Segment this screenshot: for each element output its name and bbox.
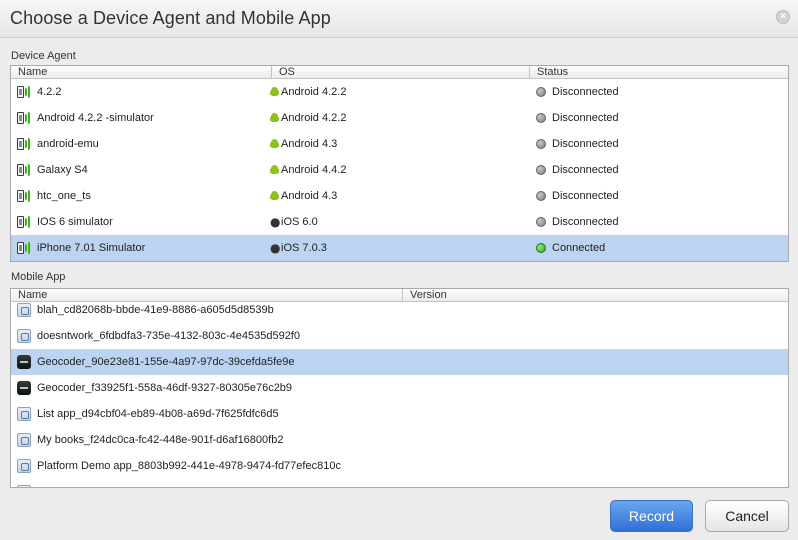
connected-status-icon — [536, 243, 546, 253]
device-agent-icon — [17, 216, 31, 228]
device-status: Connected — [552, 242, 606, 254]
device-os: iOS 7.0.3 — [281, 242, 327, 254]
geocoder-app-icon — [17, 381, 31, 395]
device-os: iOS 6.0 — [281, 216, 318, 228]
generic-app-icon — [17, 303, 31, 317]
choose-device-dialog: Choose a Device Agent and Mobile App × D… — [0, 0, 798, 540]
app-row[interactable]: My books_f24dc0ca-fc42-448e-901f-d6af168… — [11, 427, 788, 453]
column-header-version[interactable]: Version — [403, 289, 788, 301]
device-status: Disconnected — [552, 112, 619, 124]
device-name: 4.2.2 — [37, 86, 62, 98]
device-row[interactable]: htc_one_ts Android 4.3 Disconnected — [11, 183, 788, 209]
cancel-button[interactable]: Cancel — [705, 500, 789, 532]
column-header-status[interactable]: Status — [530, 66, 788, 78]
device-agent-table[interactable]: Name OS Status 4.2.2 Android 4.2.2 Disconn… — [10, 65, 789, 262]
disconnected-status-icon — [536, 165, 546, 175]
android-icon — [270, 113, 279, 123]
record-button[interactable]: Record — [610, 500, 693, 532]
device-name: Android 4.2.2 -simulator — [37, 112, 154, 124]
app-name: doesntwork_6fdbdfa3-735e-4132-803c-4e453… — [37, 330, 300, 342]
device-row[interactable]: iPhone 7.01 Simulator ● iOS 7.0.3 Connected — [11, 235, 788, 261]
app-row[interactable]: List app_d94cbf04-eb89-4b08-a69d-7f625fd… — [11, 401, 788, 427]
device-agent-icon — [17, 164, 31, 176]
app-row-partial[interactable] — [11, 479, 788, 487]
android-icon — [270, 165, 279, 175]
apple-icon: ● — [270, 241, 281, 255]
android-icon — [270, 87, 279, 97]
generic-app-icon — [17, 459, 31, 473]
device-status: Disconnected — [552, 138, 619, 150]
column-header-os[interactable]: OS — [272, 66, 530, 78]
disconnected-status-icon — [536, 113, 546, 123]
disconnected-status-icon — [536, 191, 546, 201]
device-name: android-emu — [37, 138, 99, 150]
device-name: Galaxy S4 — [37, 164, 88, 176]
device-os: Android 4.3 — [281, 138, 338, 150]
app-name: List app_d94cbf04-eb89-4b08-a69d-7f625fd… — [37, 408, 279, 420]
device-row[interactable]: 4.2.2 Android 4.2.2 Disconnected — [11, 79, 788, 105]
app-row[interactable]: Platform Demo app_8803b992-441e-4978-947… — [11, 453, 788, 479]
generic-app-icon — [17, 433, 31, 447]
device-row[interactable]: android-emu Android 4.3 Disconnected — [11, 131, 788, 157]
dialog-title: Choose a Device Agent and Mobile App — [10, 8, 331, 28]
android-icon — [270, 191, 279, 201]
device-os: Android 4.3 — [281, 190, 338, 202]
device-os: Android 4.2.2 — [281, 86, 347, 98]
device-name: IOS 6 simulator — [37, 216, 113, 228]
device-status: Disconnected — [552, 216, 619, 228]
device-row[interactable]: Galaxy S4 Android 4.4.2 Disconnected — [11, 157, 788, 183]
geocoder-app-icon — [17, 355, 31, 369]
app-name: Geocoder_90e23e81-155e-4a97-97dc-39cefda… — [37, 356, 295, 368]
column-header-name[interactable]: Name — [11, 66, 272, 78]
mobile-app-table[interactable]: Name Version blah_cd82068b-bbde-41e9-888… — [10, 288, 789, 488]
app-name: Platform Demo app_8803b992-441e-4978-947… — [37, 460, 341, 472]
app-row[interactable]: Geocoder_f33925f1-558a-46df-9327-80305e7… — [11, 375, 788, 401]
disconnected-status-icon — [536, 217, 546, 227]
generic-app-icon — [17, 329, 31, 343]
device-name: iPhone 7.01 Simulator — [37, 242, 146, 254]
device-agent-icon — [17, 112, 31, 124]
device-name: htc_one_ts — [37, 190, 91, 202]
device-agent-icon — [17, 242, 31, 254]
apple-icon: ● — [270, 215, 281, 229]
device-agent-icon — [17, 138, 31, 150]
app-row[interactable]: doesntwork_6fdbdfa3-735e-4132-803c-4e453… — [11, 323, 788, 349]
android-icon — [270, 139, 279, 149]
disconnected-status-icon — [536, 139, 546, 149]
app-row[interactable]: Geocoder_90e23e81-155e-4a97-97dc-39cefda… — [11, 349, 788, 375]
app-name: My books_f24dc0ca-fc42-448e-901f-d6af168… — [37, 434, 284, 446]
generic-app-icon — [17, 485, 31, 487]
device-os: Android 4.4.2 — [281, 164, 347, 176]
device-row[interactable]: IOS 6 simulator ● iOS 6.0 Disconnected — [11, 209, 788, 235]
device-os: Android 4.2.2 — [281, 112, 347, 124]
column-header-app-name[interactable]: Name — [11, 289, 403, 301]
device-table-header: Name OS Status — [11, 66, 788, 79]
title-bar: Choose a Device Agent and Mobile App × — [0, 0, 798, 38]
device-row[interactable]: Android 4.2.2 -simulator Android 4.2.2 Dis… — [11, 105, 788, 131]
device-status: Disconnected — [552, 190, 619, 202]
device-agent-label: Device Agent — [11, 50, 76, 62]
app-table-header: Name Version — [11, 289, 788, 302]
close-icon[interactable]: × — [776, 10, 790, 24]
device-agent-icon — [17, 190, 31, 202]
disconnected-status-icon — [536, 87, 546, 97]
generic-app-icon — [17, 407, 31, 421]
device-status: Disconnected — [552, 86, 619, 98]
app-name: Geocoder_f33925f1-558a-46df-9327-80305e7… — [37, 382, 293, 394]
device-status: Disconnected — [552, 164, 619, 176]
device-agent-icon — [17, 86, 31, 98]
mobile-app-label: Mobile App — [11, 271, 66, 283]
